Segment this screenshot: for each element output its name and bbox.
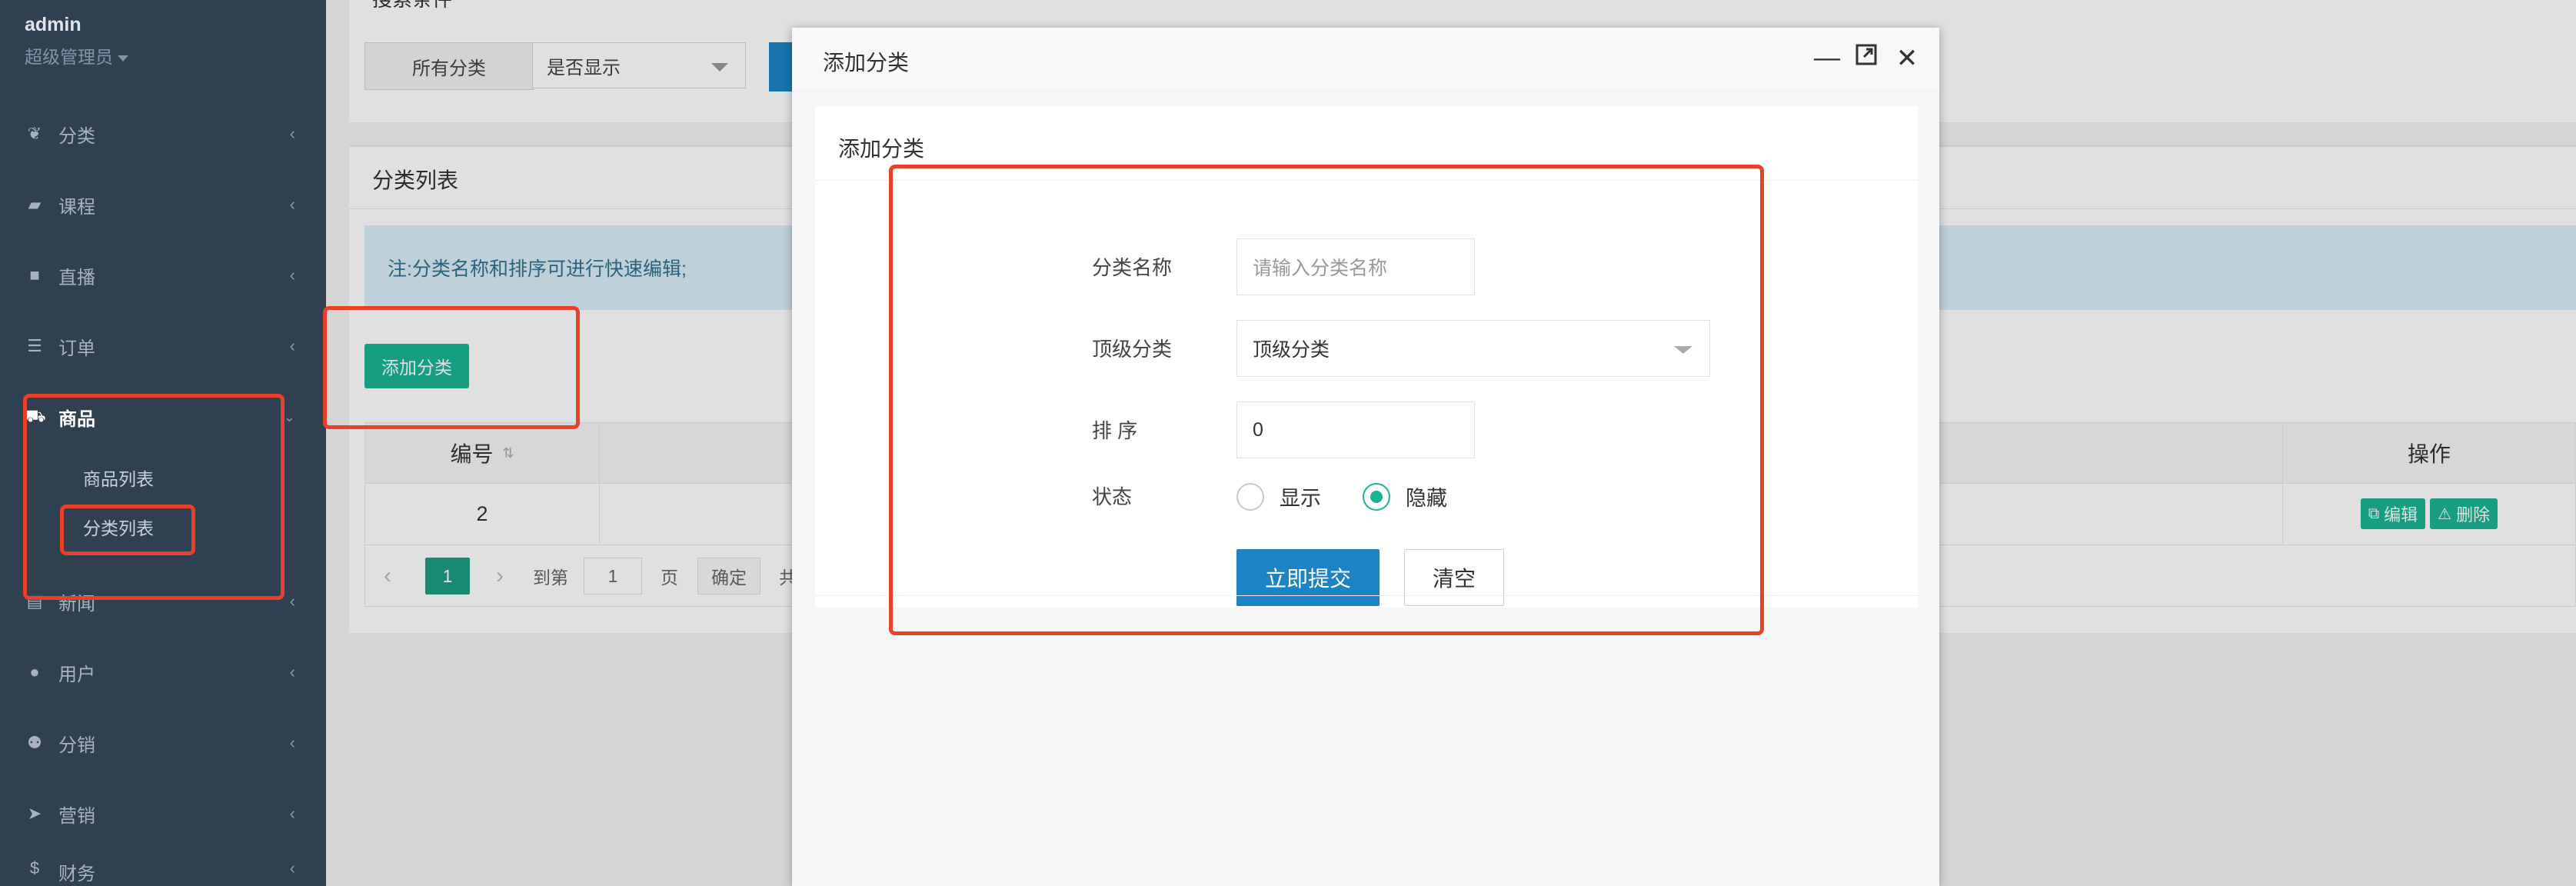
newspaper-icon: ▤: [26, 591, 43, 611]
sidebar-item-label: 新闻: [58, 593, 95, 615]
sort-field-label: 排 序: [1092, 419, 1138, 442]
sidebar-item-label: 订单: [58, 338, 95, 359]
sidebar-item-distribution[interactable]: ⚉ 分销 ‹: [0, 720, 326, 766]
sidebar-item-marketing[interactable]: ➤ 营销 ‹: [0, 791, 326, 837]
dialog-title: 添加分类: [823, 51, 910, 75]
category-name-placeholder: 请输入分类名称: [1253, 258, 1388, 279]
minimize-icon[interactable]: —: [1812, 43, 1842, 73]
radio-label: 隐藏: [1406, 487, 1447, 510]
user-icon: ●: [29, 662, 40, 681]
sidebar-item-goods[interactable]: ⛟ 商品 ⌄: [0, 394, 326, 440]
status-radio-show[interactable]: 显示: [1236, 481, 1321, 511]
sort-input[interactable]: 0: [1236, 401, 1475, 458]
sidebar-item-label: 分销: [58, 734, 95, 756]
radio-label: 显示: [1280, 487, 1321, 510]
sidebar-item-order[interactable]: ☰ 订单 ‹: [0, 323, 326, 369]
chevron-left-icon: ‹: [289, 662, 295, 681]
chevron-down-icon: ⌄: [283, 408, 295, 425]
chevron-left-icon: ‹: [289, 336, 295, 355]
caret-down-icon: [118, 55, 128, 62]
divider: [815, 595, 1918, 596]
sidebar: admin 超级管理员 ❦ 分类 ‹ ▰ 课程 ‹ ■ 直播 ‹ ☰ 订单 ‹ …: [0, 0, 326, 886]
chevron-left-icon: ‹: [289, 591, 295, 611]
caret-down-icon: [1674, 346, 1692, 354]
video-camera-icon: ■: [29, 265, 40, 285]
sidebar-item-user[interactable]: ● 用户 ‹: [0, 649, 326, 695]
paper-plane-icon: ➤: [27, 804, 42, 823]
form-panel-title: 添加分类: [838, 137, 925, 161]
sidebar-subitem-goods-list[interactable]: 商品列表: [83, 465, 154, 491]
sidebar-item-label: 课程: [58, 196, 95, 218]
sidebar-item-label: 营销: [58, 805, 95, 827]
chevron-left-icon: ‹: [289, 265, 295, 285]
chevron-left-icon: ‹: [289, 195, 295, 214]
close-icon[interactable]: ✕: [1892, 43, 1922, 74]
maximize-icon[interactable]: [1851, 43, 1882, 73]
sidebar-subitem-category-list[interactable]: 分类列表: [83, 514, 154, 540]
divider: [815, 180, 1918, 181]
chevron-left-icon: ‹: [289, 733, 295, 752]
user-role-dropdown[interactable]: 超级管理员: [25, 42, 128, 68]
add-category-dialog: 添加分类 — ✕ 添加分类 分类名称 请输入分类名称 顶级分类 顶级分类 排 序…: [792, 28, 1939, 886]
sidebar-item-label: 分类: [58, 125, 95, 147]
user-role-label: 超级管理员: [25, 47, 113, 67]
radio-unchecked-icon: [1236, 482, 1264, 511]
status-radio-hide[interactable]: 隐藏: [1363, 481, 1447, 511]
sidebar-item-label: 商品: [58, 408, 95, 430]
parent-category-select[interactable]: 顶级分类: [1236, 320, 1710, 377]
submit-button[interactable]: 立即提交: [1236, 549, 1380, 606]
sidebar-item-label: 财务: [58, 864, 95, 884]
leaf-icon: ❦: [27, 124, 42, 143]
sidebar-item-label: 直播: [58, 267, 95, 288]
sidebar-item-finance[interactable]: $ 财务 ‹: [0, 858, 326, 886]
list-icon: ☰: [27, 336, 42, 355]
sidebar-item-label: 用户: [58, 664, 95, 685]
user-name[interactable]: admin: [25, 14, 82, 36]
sidebar-item-live[interactable]: ■ 直播 ‹: [0, 252, 326, 298]
parent-field-label: 顶级分类: [1092, 338, 1173, 361]
category-name-input[interactable]: 请输入分类名称: [1236, 238, 1475, 295]
sidebar-item-course[interactable]: ▰ 课程 ‹: [0, 182, 326, 228]
chevron-left-icon: ‹: [289, 804, 295, 823]
parent-category-value: 顶级分类: [1253, 339, 1330, 361]
chevron-left-icon: ‹: [289, 858, 295, 878]
sidebar-item-news[interactable]: ▤ 新闻 ‹: [0, 578, 326, 625]
form-panel: 添加分类 分类名称 请输入分类名称 顶级分类 顶级分类 排 序 0 状态 显示 …: [815, 106, 1918, 608]
dialog-header[interactable]: 添加分类 — ✕: [792, 28, 1939, 92]
status-field-label: 状态: [1092, 485, 1133, 508]
chevron-left-icon: ‹: [289, 124, 295, 143]
cart-icon: ⛟: [25, 405, 46, 425]
book-icon: ▰: [28, 195, 42, 214]
clear-button[interactable]: 清空: [1404, 549, 1504, 606]
money-icon: $: [29, 858, 40, 878]
users-icon: ⚉: [27, 733, 42, 752]
sidebar-item-category[interactable]: ❦ 分类 ‹: [0, 111, 326, 157]
name-field-label: 分类名称: [1092, 256, 1173, 279]
radio-checked-icon: [1363, 482, 1390, 511]
